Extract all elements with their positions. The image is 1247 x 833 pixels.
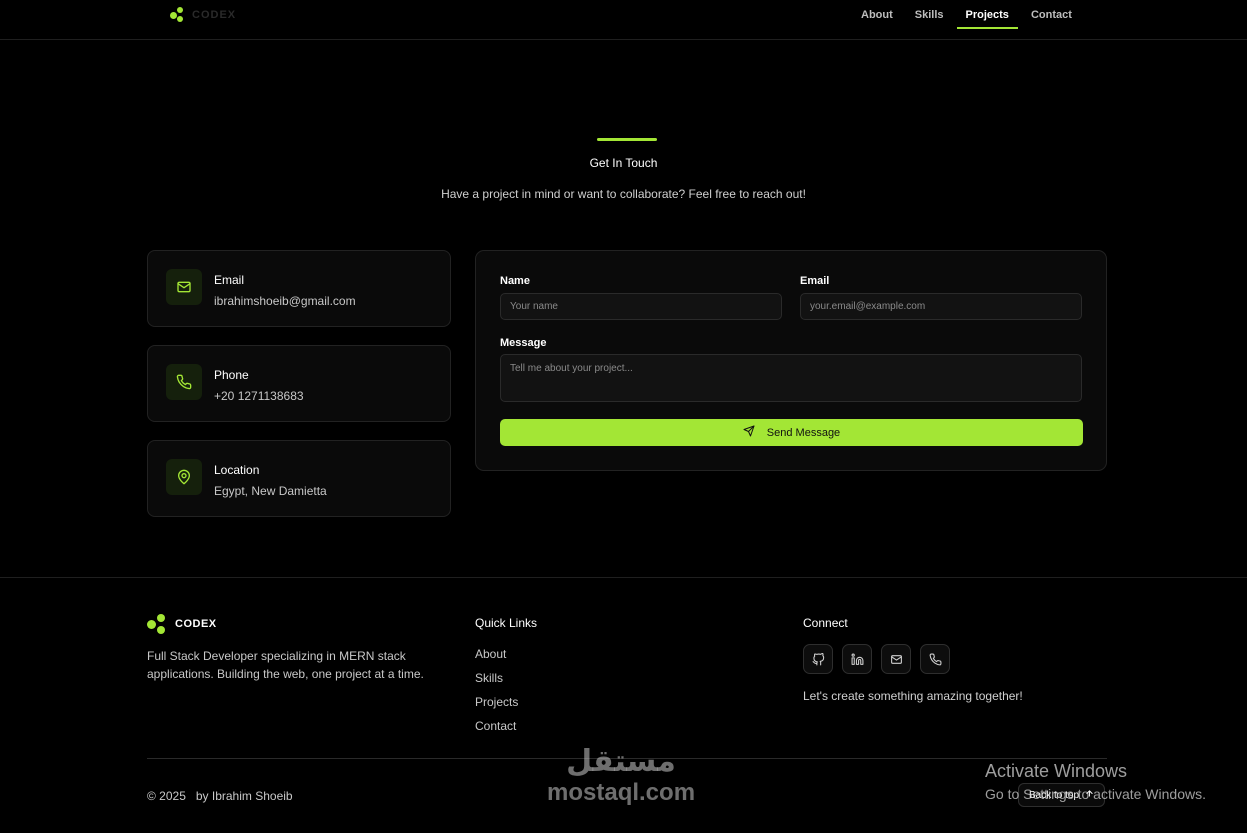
copyright: © 2025 by Ibrahim Shoeib xyxy=(147,789,293,803)
watermark-arabic: مستقل xyxy=(566,744,676,779)
nav-link-about[interactable]: About xyxy=(852,0,902,29)
windows-activation-notice: Activate Windows Go to Settings to activ… xyxy=(985,760,1206,804)
email-label: Email xyxy=(800,275,830,287)
send-message-label: Send Message xyxy=(766,426,841,439)
email-card-label: Email xyxy=(214,273,245,287)
location-pin-icon xyxy=(166,459,202,495)
footer-link-projects[interactable]: Projects xyxy=(475,695,518,709)
email-card-value: ibrahimshoeib@gmail.com xyxy=(214,294,356,308)
email-input[interactable] xyxy=(800,293,1082,320)
phone-card: Phone +20 1271138683 xyxy=(147,345,451,422)
nav-link-projects[interactable]: Projects xyxy=(956,0,1019,29)
nav-link-contact[interactable]: Contact xyxy=(1022,0,1081,29)
nav-logo[interactable]: CODEX xyxy=(170,7,236,23)
quick-links-title: Quick Links xyxy=(475,616,538,630)
footer-link-about[interactable]: About xyxy=(475,647,506,661)
name-input[interactable] xyxy=(500,293,782,320)
mostaql-watermark: مستقل mostaql.com xyxy=(547,744,695,806)
activate-windows-subtitle: Go to Settings to activate Windows. xyxy=(985,786,1206,802)
footer-description: Full Stack Developer specializing in MER… xyxy=(147,649,424,681)
phone-icon xyxy=(166,364,202,400)
location-card: Location Egypt, New Damietta xyxy=(147,440,451,517)
github-icon[interactable] xyxy=(803,644,833,674)
footer-logo-text: CODEX xyxy=(175,618,217,630)
footer-logo[interactable]: CODEX xyxy=(147,614,217,634)
phone-icon[interactable] xyxy=(920,644,950,674)
location-card-label: Location xyxy=(214,463,260,477)
watermark-latin: mostaql.com xyxy=(547,779,696,806)
logo-dots-icon xyxy=(147,614,167,634)
contact-form: Name Email Message Send Message xyxy=(475,250,1107,471)
phone-card-value: +20 1271138683 xyxy=(214,389,304,403)
mail-icon[interactable] xyxy=(881,644,911,674)
connect-title: Connect xyxy=(803,616,848,630)
footer-divider xyxy=(0,577,1247,578)
section-subtitle: Have a project in mind or want to collab… xyxy=(441,187,806,201)
nav-logo-text: CODEX xyxy=(192,9,237,21)
phone-card-label: Phone xyxy=(214,368,249,382)
copyright-year: © 2025 xyxy=(147,789,186,803)
send-icon xyxy=(743,425,755,440)
footer-link-contact[interactable]: Contact xyxy=(475,719,516,733)
section-title: Get In Touch xyxy=(589,156,658,170)
mail-icon xyxy=(166,269,202,305)
send-message-button[interactable]: Send Message xyxy=(500,419,1083,446)
footer-link-skills[interactable]: Skills xyxy=(475,671,503,685)
footer-tagline: Let's create something amazing together! xyxy=(803,689,1023,703)
message-label: Message xyxy=(500,337,547,349)
location-card-value: Egypt, New Damietta xyxy=(214,484,327,498)
copyright-author: by Ibrahim Shoeib xyxy=(195,789,293,803)
nav-links: About Skills Projects Contact xyxy=(852,0,1085,40)
name-label: Name xyxy=(500,275,530,287)
nav-link-skills[interactable]: Skills xyxy=(906,0,953,29)
activate-windows-title: Activate Windows xyxy=(985,761,1128,781)
email-card: Email ibrahimshoeib@gmail.com xyxy=(147,250,451,327)
linkedin-icon[interactable] xyxy=(842,644,872,674)
section-accent-bar xyxy=(597,138,657,141)
logo-dots-icon xyxy=(170,7,186,23)
top-nav: CODEX About Skills Projects Contact xyxy=(0,0,1247,40)
message-textarea[interactable] xyxy=(500,354,1082,402)
